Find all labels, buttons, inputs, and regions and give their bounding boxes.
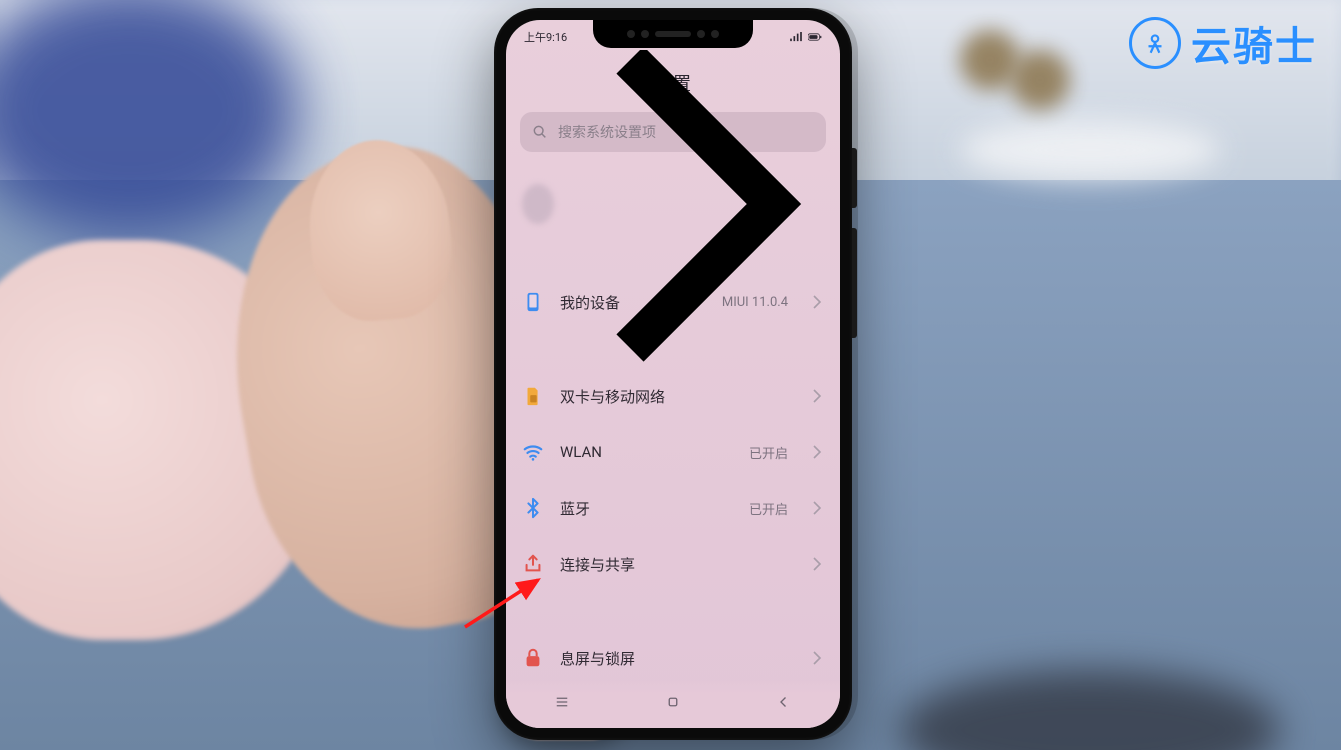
avatar [522,184,554,224]
row-my-device[interactable]: 我的设备 MIUI 11.0.4 [506,274,840,330]
row-label: WLAN [560,443,733,461]
watermark-icon [1129,17,1181,69]
watermark-text: 云骑士 [1191,14,1317,72]
chevron-right-icon [812,388,822,404]
row-label: 息屏与锁屏 [560,648,788,669]
row-value: 已开启 [749,443,788,462]
chevron-right-icon [812,650,822,666]
search-icon [532,124,548,140]
section-network: 双卡与移动网络 WLAN 已开启 蓝牙 已 [506,368,840,592]
phone-frame: 上午9:16 设置 [494,8,852,740]
row-value: 已开启 [749,499,788,518]
row-label: 连接与共享 [560,554,772,575]
phone-icon [522,291,544,313]
row-account[interactable] [506,172,840,236]
row-bluetooth[interactable]: 蓝牙 已开启 [506,480,840,536]
settings-content[interactable]: 设置 我的设备 MIUI 11.0.4 [506,50,840,680]
status-time: 上午9:16 [524,29,567,45]
chevron-right-icon [812,444,822,460]
section-device: 我的设备 MIUI 11.0.4 [506,274,840,330]
row-lockscreen[interactable]: 息屏与锁屏 [506,630,840,680]
watermark-logo: 云骑士 [1129,14,1317,72]
battery-icon [808,32,822,42]
chevron-right-icon [812,556,822,572]
android-nav-bar [506,680,840,728]
row-label: 双卡与移动网络 [560,386,772,407]
signal-icon [789,32,803,42]
row-connection-share[interactable]: 连接与共享 [506,536,840,592]
sim-icon [522,385,544,407]
row-label: 我的设备 [560,292,706,313]
section-display: 息屏与锁屏 显示 声音与振动 [506,630,840,680]
phone-screen: 上午9:16 设置 [506,20,840,728]
row-wlan[interactable]: WLAN 已开启 [506,424,840,480]
wifi-icon [522,441,544,463]
nav-home-button[interactable] [664,693,682,715]
chevron-right-icon [812,294,822,310]
bluetooth-icon [522,497,544,519]
chevron-right-icon [812,500,822,516]
row-label: 蓝牙 [560,498,733,519]
nav-back-button[interactable] [775,693,793,715]
chevron-right-icon [582,50,822,396]
row-value: MIUI 11.0.4 [722,295,788,310]
share-icon [522,553,544,575]
lock-icon [522,647,544,669]
row-sim-network[interactable]: 双卡与移动网络 [506,368,840,424]
nav-recent-button[interactable] [553,693,571,715]
phone-notch [593,20,753,48]
